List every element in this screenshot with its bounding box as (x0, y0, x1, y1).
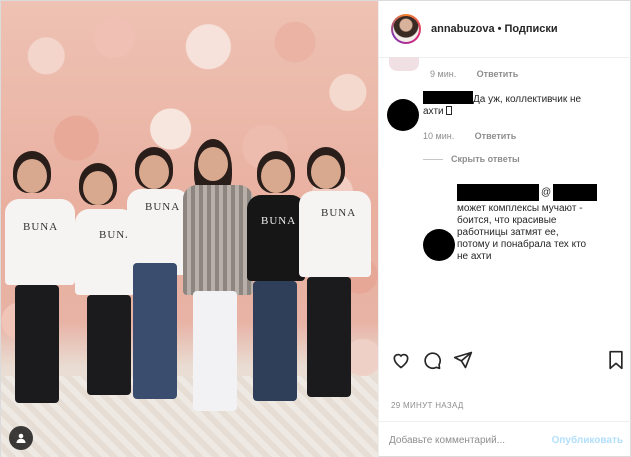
avatar (389, 57, 419, 71)
redacted-mention (553, 184, 598, 201)
follow-status[interactable]: Подписки (504, 23, 557, 35)
person-shirt: BUNA (75, 209, 135, 295)
heart-icon[interactable] (391, 350, 411, 370)
username-link[interactable]: annabuzova (431, 23, 495, 35)
person-shirt: BUNA (247, 195, 305, 281)
person-jacket (183, 185, 253, 295)
redacted-username (457, 184, 539, 201)
reply-text: может комплексы мучают - боится, что кра… (457, 203, 587, 262)
add-comment-bar: Опубликовать (379, 421, 631, 457)
reply-button[interactable]: Ответить (475, 131, 517, 141)
comment-time: 10 мин. (423, 131, 455, 141)
person-head (17, 159, 47, 193)
avatar-image (393, 16, 419, 42)
person-head (198, 147, 228, 181)
hide-replies-label: Скрыть ответы (451, 154, 520, 164)
person-shirt: BUNA (299, 191, 371, 277)
header-text: annabuzova • Подписки (431, 23, 558, 35)
shirt-label: BUNA (261, 215, 297, 227)
mention-symbol: @ (541, 186, 552, 198)
action-bar (379, 344, 631, 374)
person-head (311, 155, 341, 189)
person-pants (15, 285, 59, 403)
shirt-label: BUNA (23, 221, 59, 233)
redacted-avatar (387, 99, 419, 131)
avatar[interactable] (391, 14, 421, 44)
reply-button[interactable]: Ответить (477, 69, 519, 79)
comment-text-line1: Да уж, коллективчик не (473, 94, 582, 105)
person-head (83, 171, 113, 205)
person-head (139, 155, 169, 189)
separator: • (497, 23, 502, 35)
post-photo[interactable]: BUNA BUNA BUNA BUNA BUNA (1, 1, 378, 457)
comment: Да уж, коллективчик не ахти 10 мин. Отве… (423, 91, 623, 164)
post-frame: BUNA BUNA BUNA BUNA BUNA annabuzova • По… (0, 0, 631, 457)
comment-text-line2: ахти (423, 106, 444, 117)
redacted-username (423, 91, 473, 104)
publish-button[interactable]: Опубликовать (552, 435, 623, 446)
shirt-label: BUNA (145, 201, 181, 213)
person-shirt: BUNA (5, 199, 75, 285)
comment-meta: 10 мин. Ответить (423, 126, 623, 144)
post-sidebar: annabuzova • Подписки 9 мин. Ответить Да у… (378, 1, 631, 457)
divider-line (423, 158, 443, 160)
reply-header: @ (457, 184, 629, 201)
person-pants (307, 277, 351, 397)
post-header: annabuzova • Подписки (379, 1, 631, 58)
person-head (261, 159, 291, 193)
comment-icon[interactable] (422, 350, 442, 370)
person-pants (193, 291, 237, 411)
share-icon[interactable] (453, 350, 473, 370)
comment-body: Да уж, коллективчик не ахти (423, 91, 623, 118)
comment-time: 9 мин. (430, 69, 457, 79)
reply-comment: @ может комплексы мучают - боится, что к… (457, 184, 629, 263)
post-timestamp: 29 МИНУТ НАЗАД (391, 401, 464, 410)
comment-input[interactable] (389, 434, 539, 446)
redacted-avatar (423, 229, 455, 261)
emoji-placeholder-icon (446, 106, 453, 115)
shirt-label: BUNA (321, 207, 357, 219)
person-pants (253, 281, 297, 401)
person-tag-icon[interactable] (9, 426, 33, 450)
comment-meta: 9 мин. Ответить (430, 64, 518, 82)
person-pants (87, 295, 131, 395)
hide-replies-button[interactable]: Скрыть ответы (423, 154, 623, 164)
person-pants (133, 263, 177, 399)
bookmark-icon[interactable] (607, 350, 625, 370)
